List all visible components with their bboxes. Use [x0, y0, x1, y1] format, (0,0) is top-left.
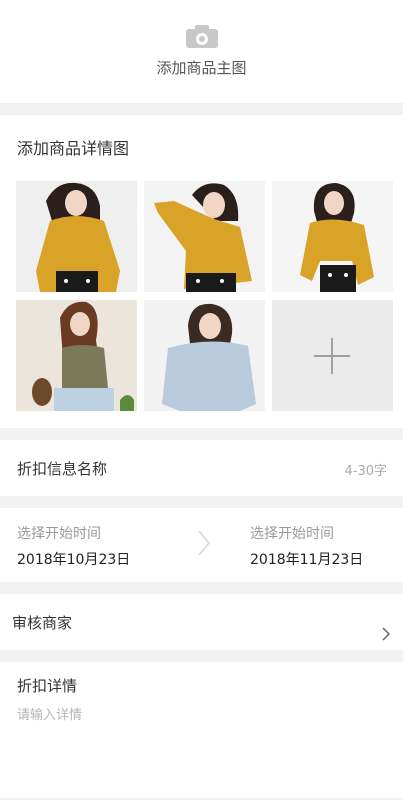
detail-image-thumbnail[interactable]: [272, 181, 393, 292]
add-main-image[interactable]: 添加商品主图: [0, 0, 403, 103]
detail-image-thumbnail[interactable]: [144, 300, 265, 411]
review-merchant-label: 审核商家: [12, 614, 73, 632]
start-date-label: 选择开始时间: [17, 526, 101, 542]
review-merchant-row[interactable]: 审核商家: [0, 594, 403, 650]
chevron-right-icon: [382, 627, 391, 641]
discount-name-hint: 4-30字: [344, 464, 387, 479]
detail-image-thumbnail[interactable]: [144, 181, 265, 292]
detail-image-thumbnail[interactable]: [16, 300, 137, 411]
add-main-image-label: 添加商品主图: [156, 59, 247, 77]
end-date-label: 选择开始时间: [250, 526, 334, 542]
detail-image-thumbnail[interactable]: [16, 181, 137, 292]
detail-images-title: 添加商品详情图: [17, 139, 130, 158]
chevron-right-icon: [198, 530, 210, 556]
discount-details-input[interactable]: 请输入详情: [17, 704, 82, 723]
discount-details: 折扣详情 请输入详情: [0, 662, 403, 798]
discount-name-field[interactable]: 折扣信息名称 4-30字: [0, 440, 403, 496]
detail-images-section: 添加商品详情图: [0, 115, 403, 428]
discount-details-label: 折扣详情: [17, 677, 78, 695]
discount-name-label: 折扣信息名称: [17, 460, 108, 478]
start-date-value: 2018年10月23日: [17, 552, 131, 568]
add-detail-image-button[interactable]: [272, 300, 393, 411]
end-date-value: 2018年11月23日: [250, 552, 364, 568]
date-range: 选择开始时间 2018年10月23日 选择开始时间 2018年11月23日: [0, 508, 403, 582]
camera-icon: [185, 25, 218, 49]
